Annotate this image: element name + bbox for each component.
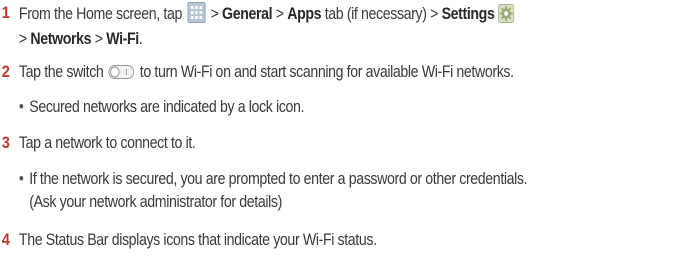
step-1-number: 1 — [1, 3, 10, 22]
instruction-document: 1 From the Home screen, tap > General > … — [1, 2, 528, 249]
step-3-text: Tap a network to connect to it. — [18, 134, 196, 152]
step-1-text-a: From the Home screen, tap — [18, 5, 186, 23]
settings-label: Settings — [441, 5, 495, 23]
apps-grid-icon — [187, 2, 206, 23]
step-4-text: The Status Bar displays icons that indic… — [18, 231, 377, 249]
settings-gear-icon — [497, 4, 515, 23]
step-2-bullet-text: Secured networks are indicated by a lock… — [29, 98, 305, 116]
bullet-symbol: • — [18, 170, 24, 188]
toggle-switch-icon — [108, 65, 135, 79]
step-3-number: 3 — [1, 133, 10, 152]
step-2-number: 2 — [1, 62, 10, 81]
step-4-number: 4 — [1, 230, 10, 249]
bullet-symbol: • — [18, 98, 24, 116]
networks-label: Networks — [30, 30, 92, 48]
step-3-bullet-note: (Ask your network administrator for deta… — [29, 193, 282, 211]
general-label: General — [222, 5, 273, 23]
step-3-bullet-text: If the network is secured, you are promp… — [29, 170, 528, 188]
wifi-label: Wi-Fi — [106, 30, 139, 48]
apps-label: Apps — [287, 5, 322, 23]
